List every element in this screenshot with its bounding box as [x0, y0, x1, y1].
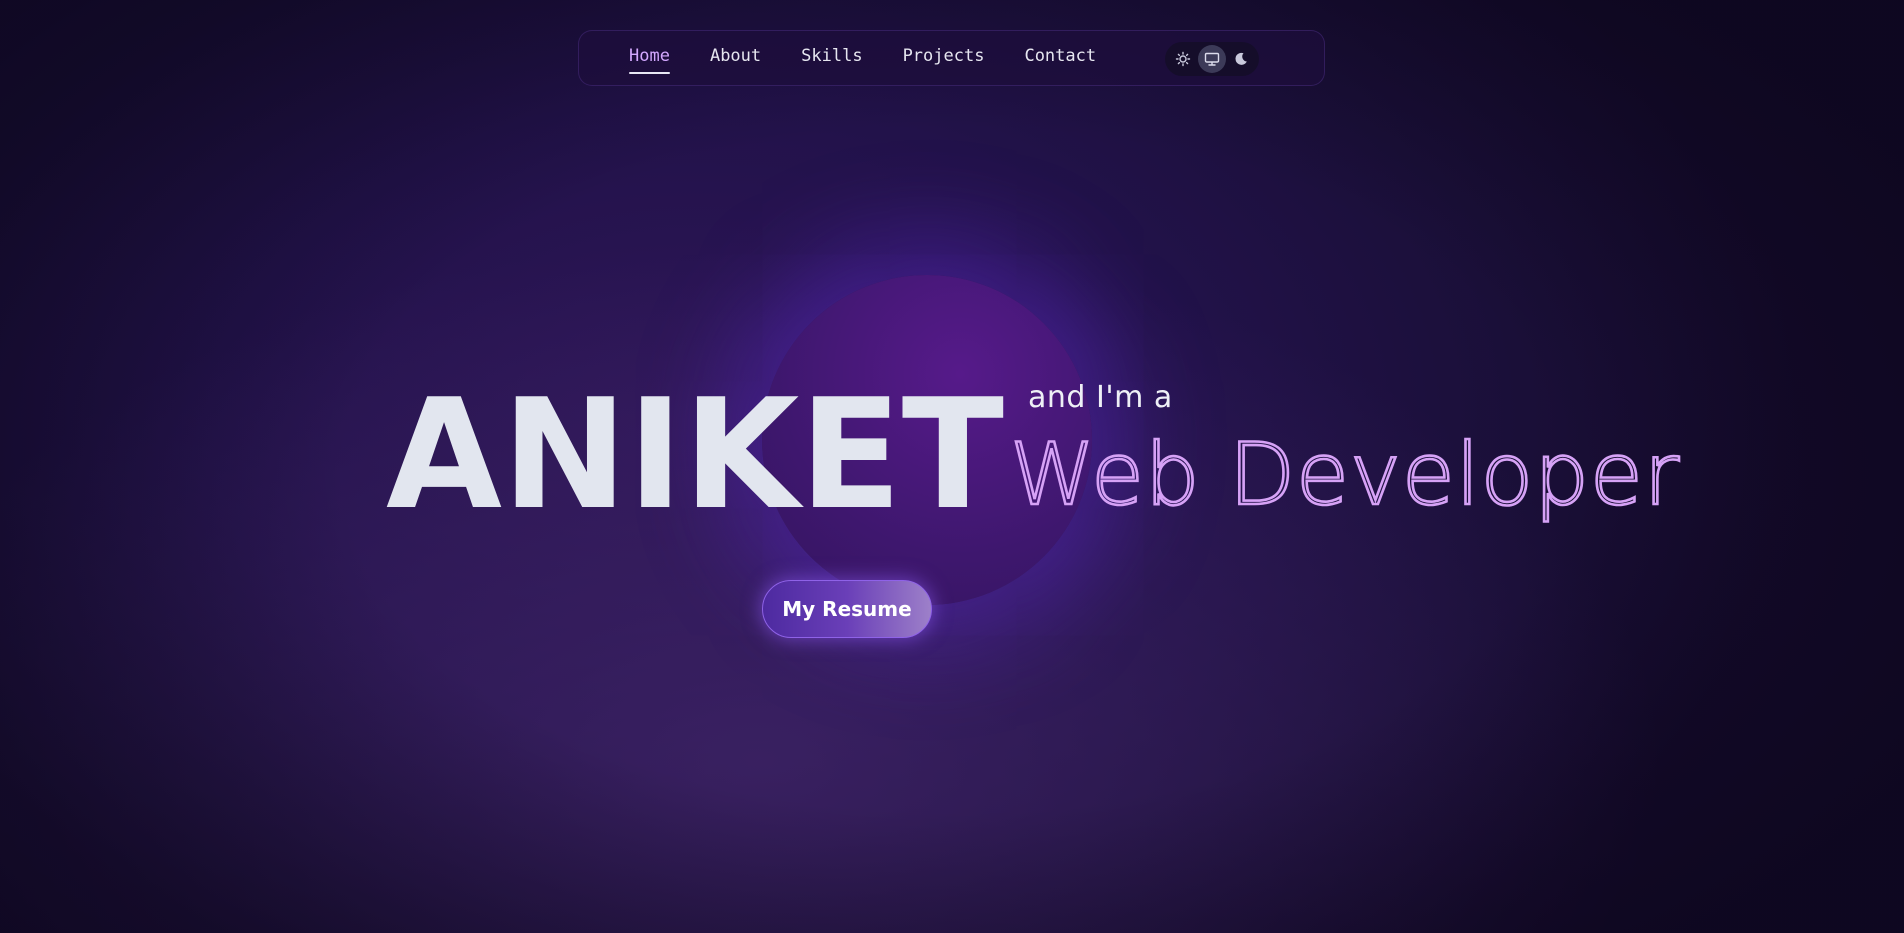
hero-name: ANIKET	[386, 385, 1006, 510]
nav-link-about[interactable]: About	[710, 46, 761, 70]
nav-link-skills[interactable]: Skills	[801, 46, 862, 70]
nav-link-home[interactable]: Home	[629, 46, 670, 74]
hero-name-text: ANIKET	[386, 385, 1004, 510]
hero-name-svg: ANIKET	[386, 385, 1004, 510]
nav-links: Home About Skills Projects Contact	[629, 46, 1136, 74]
nav-link-projects[interactable]: Projects	[903, 46, 985, 70]
moon-icon[interactable]	[1227, 45, 1255, 73]
hero-role: Web Developer	[1009, 424, 1681, 527]
monitor-icon[interactable]	[1197, 45, 1226, 73]
resume-button[interactable]: My Resume	[762, 580, 932, 638]
top-navbar: Home About Skills Projects Contact	[578, 30, 1325, 86]
theme-switcher	[1165, 42, 1259, 76]
hero-intro: and I'm a	[1028, 380, 1173, 415]
sun-icon[interactable]	[1169, 45, 1197, 73]
nav-link-contact[interactable]: Contact	[1024, 46, 1096, 70]
